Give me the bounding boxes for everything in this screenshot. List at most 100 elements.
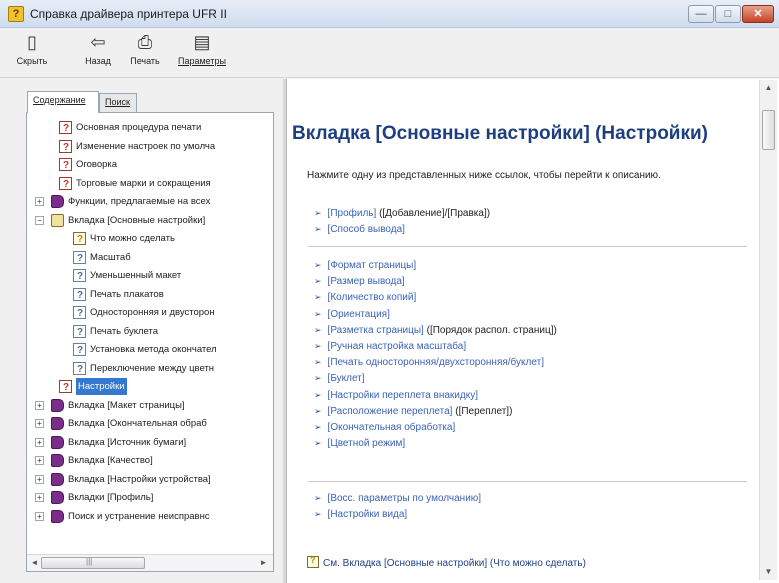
help-page-icon [73, 342, 86, 359]
help-page-icon [59, 157, 72, 174]
tree-item[interactable]: Установка метода окончател [27, 341, 259, 360]
scroll-left-icon[interactable]: ◄ [28, 557, 41, 569]
topic-link-row: ➢ [Цветной режим] [314, 438, 405, 449]
topic-link-row: ➢ [Восс. параметры по умолчанию] [314, 493, 481, 504]
collapse-icon[interactable]: − [35, 215, 44, 225]
tree-item[interactable]: Масштаб [27, 249, 259, 268]
topic-link[interactable]: [Восс. параметры по умолчанию] [328, 493, 482, 504]
tree-item-label: Вкладки [Профиль] [68, 492, 154, 503]
see-also-text: См. Вкладка [Основные настройки] (Что мо… [323, 558, 586, 569]
tree-item[interactable]: + Вкладка [Макет страницы] [27, 397, 259, 416]
bullet-arrow-icon: ➢ [314, 493, 322, 503]
tree-item-label: Односторонняя и двусторон [90, 307, 215, 318]
tree-item-label: Вкладка [Макет страницы] [68, 399, 185, 411]
topic-link[interactable]: [Профиль] [328, 208, 377, 219]
minimize-button[interactable]: — [688, 5, 714, 23]
divider-1 [308, 246, 747, 247]
topic-link[interactable]: [Цветной режим] [328, 438, 406, 449]
expand-icon[interactable]: + [35, 493, 44, 502]
topic-link[interactable]: [Настройки переплета внакидку] [328, 390, 478, 401]
topic-link[interactable]: [Количество копий] [328, 292, 417, 303]
tree-item[interactable]: Переключение между цветн [27, 360, 259, 379]
tree-item[interactable]: Печать плакатов [27, 286, 259, 305]
contents-tree: Основная процедура печати Изменение настр… [26, 112, 274, 572]
closed-book-icon [51, 472, 64, 486]
topic-link[interactable]: [Буклет] [328, 373, 365, 384]
topic-link-extra: ([Порядок распол. страниц]) [426, 324, 557, 336]
tree-item[interactable]: + Поиск и устранение неисправнс [27, 508, 259, 527]
closed-book-icon [51, 491, 64, 504]
tree-item[interactable]: Что можно сделать [27, 230, 259, 249]
topic-link[interactable]: [Ориентация] [328, 309, 390, 320]
options-button[interactable]: ▤ Параметры [172, 32, 232, 74]
expand-icon[interactable]: + [35, 437, 44, 447]
topic-link[interactable]: [Печать односторонняя/двухсторонняя/букл… [328, 357, 544, 368]
help-page-icon [73, 268, 86, 285]
topic-link[interactable]: [Формат страницы] [328, 260, 417, 271]
scroll-up-icon[interactable]: ▲ [760, 80, 777, 96]
expand-icon[interactable]: + [35, 511, 44, 521]
tree-item[interactable]: Печать буклета [27, 323, 259, 342]
tree-item[interactable]: Уменьшенный макет [27, 267, 259, 286]
expand-icon[interactable]: + [35, 456, 44, 465]
topic-link-extra: ([Переплет]) [455, 405, 513, 417]
tab-contents[interactable]: Содержание [27, 91, 99, 113]
tree-horizontal-scrollbar[interactable]: ◄ ||| ► [27, 554, 273, 571]
tree-item[interactable]: + Вкладки [Профиль] [27, 489, 259, 508]
bullet-arrow-icon: ➢ [314, 389, 322, 400]
topic-link[interactable]: [Настройки вида] [328, 509, 408, 520]
maximize-button[interactable]: □ [715, 5, 741, 23]
tree-item[interactable]: Основная процедура печати [27, 119, 259, 138]
expand-icon[interactable]: + [35, 197, 44, 206]
topic-link[interactable]: [Окончательная обработка] [328, 422, 456, 433]
tree-item[interactable]: + Вкладка [Настройки устройства] [27, 471, 259, 490]
tree-item-label: Настройки [76, 378, 127, 395]
scroll-right-icon[interactable]: ► [257, 557, 270, 569]
scroll-down-icon[interactable]: ▼ [760, 564, 777, 580]
help-page-icon [73, 361, 86, 378]
closed-book-icon [51, 435, 64, 449]
topic-link[interactable]: [Ручная настройка масштаба] [328, 341, 467, 352]
see-also-link[interactable]: См. Вкладка [Основные настройки] (Что мо… [307, 555, 586, 569]
bullet-arrow-icon: ➢ [314, 292, 322, 303]
tree-item[interactable]: + Вкладка [Источник бумаги] [27, 434, 259, 453]
content-vertical-scrollbar[interactable]: ▲ ▼ [759, 80, 777, 580]
topic-link[interactable]: [Размер вывода] [328, 276, 405, 287]
print-button[interactable]: ⎙ Печать [124, 32, 166, 74]
topic-link-row: ➢ [Профиль] ([Добавление]/[Правка]) [314, 208, 490, 219]
tab-search[interactable]: Поиск [99, 93, 137, 112]
bullet-arrow-icon: ➢ [314, 405, 322, 416]
expand-icon[interactable]: + [35, 400, 44, 410]
hide-label: Скрыть [16, 56, 48, 66]
tree-item[interactable]: Торговые марки и сокращения [27, 175, 259, 194]
tree-item-label: Масштаб [90, 251, 131, 263]
back-button[interactable]: ⇦ Назад [78, 32, 118, 74]
back-arrow-icon: ⇦ [90, 32, 106, 52]
content-scroll-thumb[interactable] [762, 110, 775, 150]
tree-item[interactable]: Односторонняя и двусторон [27, 304, 259, 323]
navigation-pane: Содержание Поиск Основная процедура печа… [0, 79, 283, 583]
expand-icon[interactable]: + [35, 474, 44, 484]
topic-link[interactable]: [Расположение переплета] [328, 406, 453, 417]
tree-item[interactable]: + Вкладка [Окончательная обраб [27, 415, 259, 434]
bullet-arrow-icon: ➢ [314, 357, 322, 368]
close-button[interactable]: ✕ [742, 5, 774, 23]
tree-item[interactable]: Настройки [27, 378, 259, 397]
scroll-grip-icon: ||| [86, 557, 93, 566]
topic-link-row: ➢ [Расположение переплета] ([Переплет]) [314, 406, 512, 417]
topic-link[interactable]: [Способ вывода] [328, 224, 405, 235]
tree-item[interactable]: − Вкладка [Основные настройки] [27, 212, 259, 231]
topic-link-row: ➢ [Печать односторонняя/двухсторонняя/бук… [314, 357, 544, 368]
tree-item-label: Вкладка [Настройки устройства] [68, 473, 211, 485]
tree-item[interactable]: + Функции, предлагаемые на всех [27, 193, 259, 212]
expand-icon[interactable]: + [35, 419, 44, 428]
help-app-icon: ? [8, 6, 24, 22]
bullet-arrow-icon: ➢ [314, 324, 322, 335]
topic-link[interactable]: [Разметка страницы] [328, 325, 424, 336]
hide-button[interactable]: ▯ Скрыть [14, 32, 50, 74]
maximize-icon: □ [724, 8, 732, 20]
scroll-thumb[interactable]: ||| [41, 557, 145, 569]
tree-item[interactable]: Изменение настроек по умолча [27, 138, 259, 157]
tree-item[interactable]: Оговорка [27, 156, 259, 175]
tree-item[interactable]: + Вкладка [Качество] [27, 452, 259, 471]
